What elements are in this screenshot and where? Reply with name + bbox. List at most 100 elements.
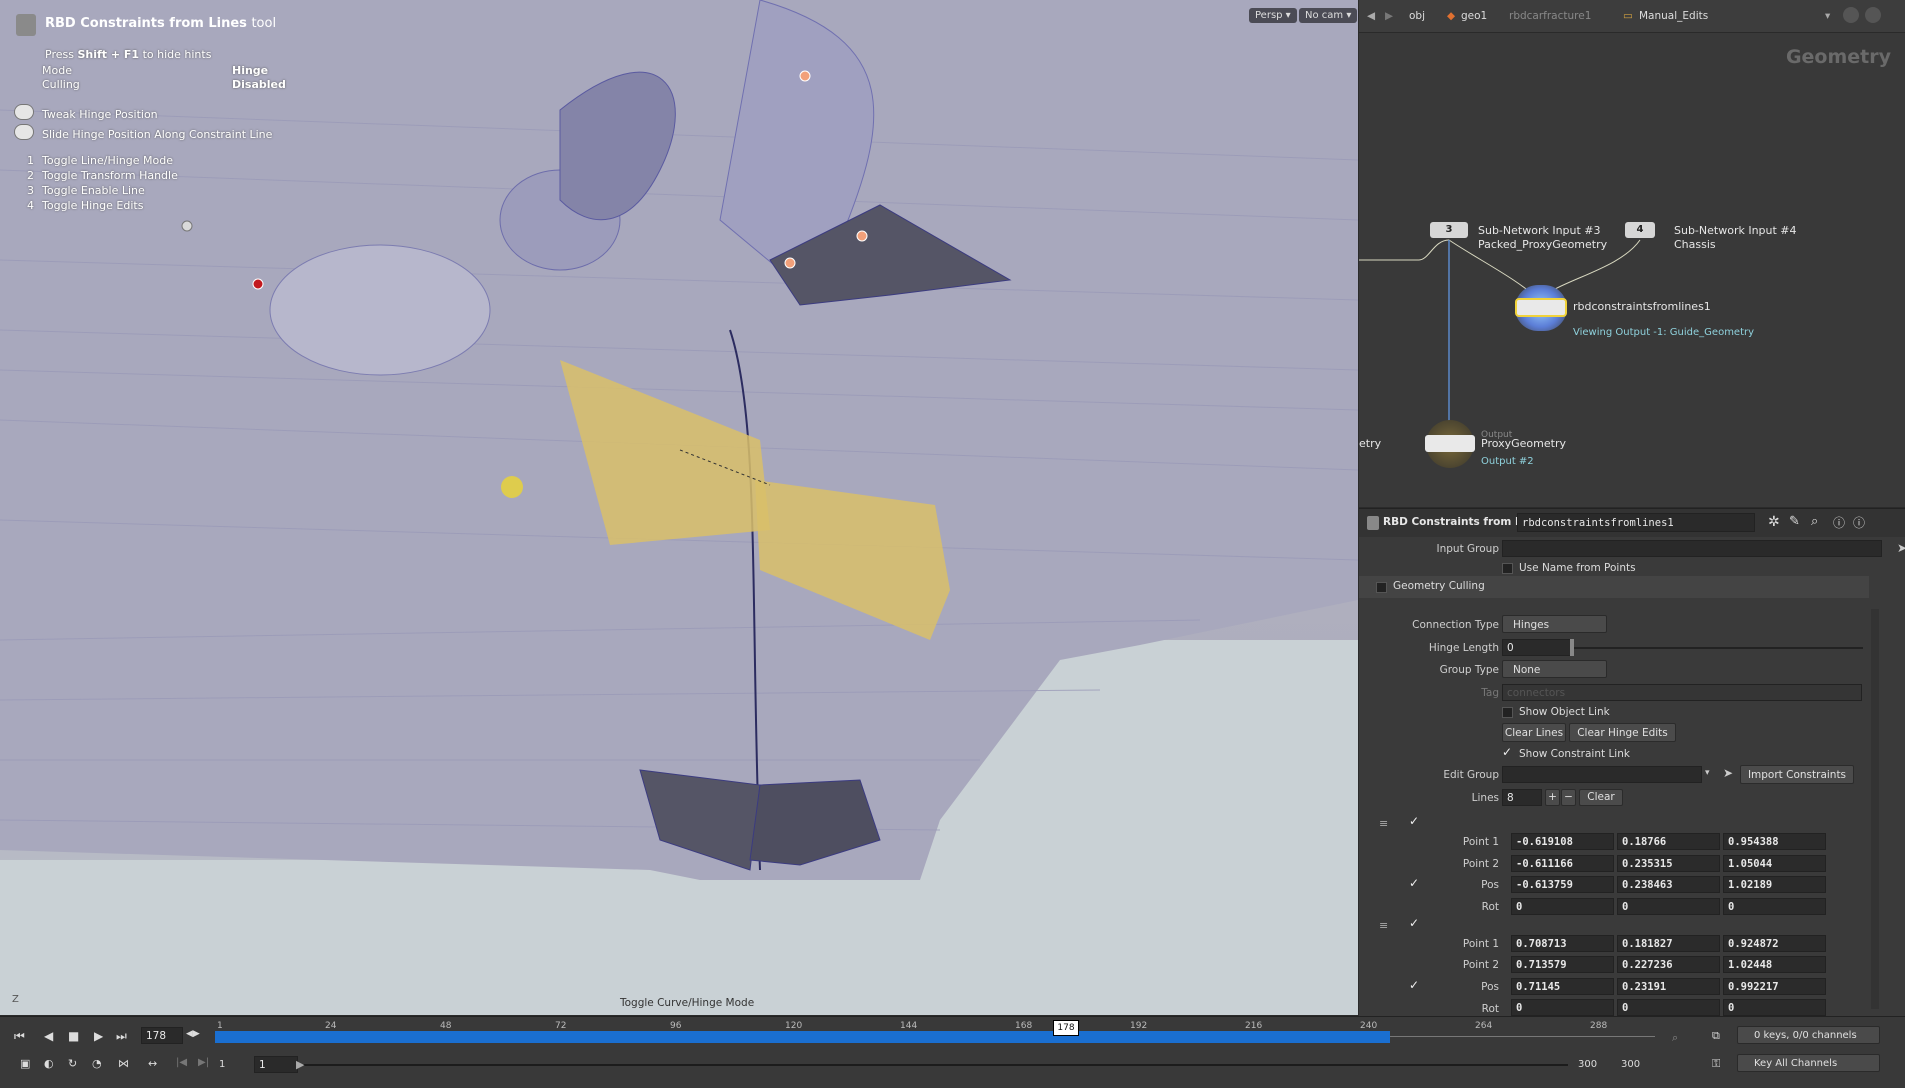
key-icon[interactable]: ⚿ [1712, 1057, 1720, 1071]
line1-point2-y[interactable]: 0.235315 [1617, 855, 1720, 872]
line2-point2-z[interactable]: 1.02448 [1723, 956, 1826, 973]
line2-point1-z[interactable]: 0.924872 [1723, 935, 1826, 952]
realtime-toggle-icon[interactable]: ▣ [20, 1057, 30, 1070]
key-all-channels-menu[interactable]: Key All Channels [1737, 1054, 1880, 1072]
step-arrows-icon[interactable]: ◀▶ [186, 1029, 200, 1039]
line2-point2-y[interactable]: 0.227236 [1617, 956, 1720, 973]
clear-lines-button[interactable]: Clear Lines [1502, 723, 1566, 742]
import-constraints-button[interactable]: Import Constraints [1740, 765, 1854, 784]
stop-icon[interactable]: ■ [68, 1029, 79, 1043]
info-icon[interactable]: ⓘ [1833, 514, 1845, 531]
line-2-enable-checkbox[interactable]: ✓ [1409, 916, 1419, 930]
group-type-menu[interactable]: None [1502, 660, 1607, 678]
line2-point2-x[interactable]: 0.713579 [1511, 956, 1614, 973]
edit-group-field[interactable] [1502, 766, 1702, 783]
key-all-channels-label: Key All Channels [1754, 1058, 1838, 1069]
lines-clear-button[interactable]: Clear [1579, 789, 1623, 806]
keys-channels-menu[interactable]: 0 keys, 0/0 channels [1737, 1026, 1880, 1044]
camera-select-menu[interactable]: No cam ▾ [1299, 8, 1358, 23]
help-icon[interactable]: ⓘ [1853, 514, 1865, 531]
edit-group-dropdown-icon[interactable]: ▾ [1705, 768, 1710, 778]
jump-end-icon[interactable]: ⏭ [116, 1029, 127, 1044]
next-key-icon[interactable]: ▶| [198, 1057, 209, 1068]
lines-remove-icon[interactable]: − [1561, 789, 1576, 806]
select-arrow-icon[interactable]: ➤ [1897, 541, 1905, 555]
hinge-length-field[interactable]: 0 [1502, 639, 1572, 656]
keyframe-icon[interactable]: ⋈ [118, 1057, 129, 1070]
range-start-value[interactable]: 1 [219, 1059, 225, 1070]
jump-start-icon[interactable]: ⏮ [14, 1029, 25, 1044]
input3-node[interactable]: 3 [1430, 222, 1468, 238]
output-node-sub: Output #2 [1481, 456, 1534, 467]
line1-pos-y[interactable]: 0.238463 [1617, 876, 1720, 893]
play-reverse-icon[interactable]: ◀ [44, 1029, 53, 1043]
line1-rot-z[interactable]: 0 [1723, 898, 1826, 915]
input-group-field[interactable] [1502, 540, 1882, 557]
channels-icon[interactable]: ⧉ [1712, 1029, 1720, 1043]
line1-point1-x[interactable]: -0.619108 [1511, 833, 1614, 850]
scene-viewport[interactable]: RBD Constraints from Lines tool Press Sh… [0, 0, 1358, 1015]
prev-key-icon[interactable]: |◀ [176, 1057, 187, 1068]
line2-rot-y[interactable]: 0 [1617, 999, 1720, 1016]
tool-title-text: RBD Constraints from Lines [45, 16, 247, 31]
current-frame-field[interactable]: 178 [141, 1027, 183, 1044]
lines-add-icon[interactable]: + [1545, 789, 1560, 806]
drag-handle-icon[interactable]: ≡ [1379, 817, 1388, 830]
line2-pos-y[interactable]: 0.23191 [1617, 978, 1720, 995]
tick-label: 144 [900, 1021, 918, 1031]
line2-pos-x[interactable]: 0.71145 [1511, 978, 1614, 995]
line1-point1-y[interactable]: 0.18766 [1617, 833, 1720, 850]
brush-icon[interactable]: ✎ [1789, 514, 1800, 529]
rbd-node[interactable] [1515, 298, 1567, 317]
key-hint-2-label: Toggle Transform Handle [42, 169, 178, 182]
node-name-field[interactable]: rbdconstraintsfromlines1 [1517, 513, 1755, 532]
culling-checkbox[interactable] [1376, 582, 1387, 593]
range-icon[interactable]: ↔ [148, 1057, 157, 1070]
use-name-checkbox[interactable] [1502, 563, 1513, 574]
edit-group-select-icon[interactable]: ➤ [1723, 766, 1733, 780]
gear-icon[interactable]: ✲ [1768, 514, 1780, 530]
line1-rot-y[interactable]: 0 [1617, 898, 1720, 915]
drag-handle-icon[interactable]: ≡ [1379, 919, 1388, 932]
input4-node[interactable]: 4 [1625, 222, 1655, 238]
line1-rot-x[interactable]: 0 [1511, 898, 1614, 915]
loop-icon[interactable]: ↻ [68, 1057, 77, 1070]
camera-view-menu[interactable]: Persp ▾ [1249, 8, 1297, 23]
range-slider-start-handle[interactable]: ▶ [296, 1058, 304, 1071]
show-object-link-checkbox[interactable] [1502, 707, 1513, 718]
network-editor[interactable]: ◀ ▶ obj ◆ geo1 rbdcarfracture1 ▭ Manual_… [1359, 0, 1905, 507]
zoom-icon[interactable]: ⌕ [1672, 1031, 1678, 1045]
line1-point2-x[interactable]: -0.611166 [1511, 855, 1614, 872]
clear-hinge-edits-button[interactable]: Clear Hinge Edits [1569, 723, 1676, 742]
timer-icon[interactable]: ◔ [92, 1057, 102, 1070]
output-node[interactable] [1425, 435, 1475, 452]
search-icon[interactable]: ⌕ [1811, 514, 1818, 529]
line1-point1-z[interactable]: 0.954388 [1723, 833, 1826, 850]
range-end-value[interactable]: 300 [1578, 1059, 1597, 1070]
line-1-enable-checkbox[interactable]: ✓ [1409, 814, 1419, 828]
line1-pos-z[interactable]: 1.02189 [1723, 876, 1826, 893]
connection-type-menu[interactable]: Hinges [1502, 615, 1607, 633]
line1-point2-z[interactable]: 1.05044 [1723, 855, 1826, 872]
line1-pos-x[interactable]: -0.613759 [1511, 876, 1614, 893]
line2-pos-z[interactable]: 0.992217 [1723, 978, 1826, 995]
range-start-field[interactable]: 1 [254, 1056, 298, 1073]
culling-folder-label: Geometry Culling [1393, 580, 1485, 592]
range-end-field[interactable]: 300 [1621, 1059, 1640, 1070]
timeline-range-bar[interactable] [215, 1031, 1390, 1043]
line2-point1-y[interactable]: 0.181827 [1617, 935, 1720, 952]
show-constraint-checkbox[interactable]: ✓ [1502, 745, 1512, 759]
param-scrollbar[interactable] [1871, 609, 1879, 1009]
line2-rot-z[interactable]: 0 [1723, 999, 1826, 1016]
lines-count-field[interactable]: 8 [1502, 789, 1542, 806]
range-slider[interactable] [300, 1064, 1568, 1066]
hinge-length-slider[interactable] [1573, 647, 1863, 649]
play-icon[interactable]: ▶ [94, 1029, 103, 1043]
audio-icon[interactable]: ◐ [44, 1057, 54, 1070]
line2-point1-x[interactable]: 0.708713 [1511, 935, 1614, 952]
parameter-pane[interactable]: RBD Constraints from Lines rbdconstraint… [1359, 508, 1905, 1016]
input4-sub: Chassis [1674, 238, 1716, 251]
playhead-marker[interactable]: 178 [1053, 1020, 1079, 1036]
hinge-length-handle[interactable] [1570, 639, 1574, 656]
line2-rot-x[interactable]: 0 [1511, 999, 1614, 1016]
